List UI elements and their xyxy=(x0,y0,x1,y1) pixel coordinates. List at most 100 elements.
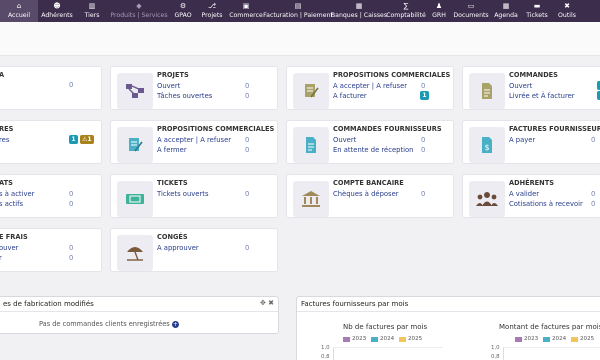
card-line[interactable]: r xyxy=(0,254,2,262)
card-line[interactable]: Ouvert xyxy=(333,136,356,144)
users-icon: ☻ xyxy=(53,2,61,10)
nav-label: Commerce xyxy=(229,12,263,19)
nav-commerce[interactable]: ▣ Commerce xyxy=(228,0,264,22)
nav-documents[interactable]: ▭ Documents xyxy=(452,0,490,22)
nav-gpao[interactable]: ⚙ GPAO xyxy=(170,0,196,22)
add-circle-icon[interactable]: + xyxy=(171,320,179,328)
card-title: E FRAIS xyxy=(0,233,28,241)
nav-label: Projets xyxy=(201,12,223,19)
nav-banques-caisses[interactable]: ▦ Banques | Caisses xyxy=(331,0,387,22)
card-line[interactable]: A facturer xyxy=(333,92,367,100)
card-line[interactable]: Cotisations à recevoir xyxy=(509,200,583,208)
gear-icon: ⚙ xyxy=(179,2,187,10)
nav-produits-services[interactable]: ◆ Produits | Services xyxy=(108,0,170,22)
card-line[interactable]: Tickets ouverts xyxy=(157,190,208,198)
legend-swatch xyxy=(371,336,378,342)
card-value[interactable]: 0 xyxy=(245,190,249,198)
card-value[interactable]: 0 xyxy=(69,200,73,208)
nav-tiers[interactable]: ▥ Tiers xyxy=(76,0,108,22)
chart-subtitle: Nb de factures par mois xyxy=(343,323,428,331)
card-value[interactable]: 0 xyxy=(591,200,595,208)
card-line[interactable]: s actifs xyxy=(0,200,23,208)
nav-label: Produits | Services xyxy=(110,12,168,19)
close-icon[interactable]: ✖ xyxy=(268,299,274,307)
nav-label: Tickets xyxy=(526,12,548,19)
cube-icon: ◆ xyxy=(136,2,142,10)
card-value[interactable]: 0 xyxy=(69,254,73,262)
nav-label: Comptabilité xyxy=(386,12,426,19)
card-title: ATS xyxy=(0,179,13,187)
card-line[interactable]: En attente de réception xyxy=(333,146,414,154)
move-icon[interactable]: ✥ xyxy=(260,299,266,307)
card-value[interactable]: 0 xyxy=(245,244,249,252)
card-propositions-fournisseurs: PROPOSITIONS COMMERCIALES FOU... A accep… xyxy=(110,120,278,164)
card-line[interactable]: Ouvert xyxy=(157,82,180,90)
card-value[interactable]: 0 xyxy=(245,82,249,90)
nav-facturation-paiement[interactable]: ▤ Facturation | Paiement xyxy=(263,0,333,22)
signed-document-icon xyxy=(117,127,153,163)
card-title: COMMANDES FOURNISSEURS xyxy=(333,125,442,133)
card-partial-2: RES res 1 ⚠1 xyxy=(0,120,102,164)
card-line[interactable]: A payer xyxy=(509,136,535,144)
card-value[interactable]: 0 xyxy=(245,92,249,100)
nav-outils[interactable]: ✖ Outils xyxy=(552,0,582,22)
card-line[interactable]: Ouvert xyxy=(509,82,532,90)
count-badge[interactable]: 1 xyxy=(69,135,78,144)
legend-item: 2025 xyxy=(571,336,594,342)
card-value[interactable]: 0 xyxy=(421,136,425,144)
nav-tickets[interactable]: ▬ Tickets xyxy=(522,0,552,22)
card-value[interactable]: 0 xyxy=(69,81,73,89)
card-line[interactable]: s à activer xyxy=(0,190,34,198)
legend-swatch xyxy=(343,336,350,342)
document-icon xyxy=(469,73,505,109)
nav-comptabilite[interactable]: ∑ Comptabilité xyxy=(386,0,426,22)
nav-agenda[interactable]: ▦ Agenda xyxy=(490,0,522,22)
building-icon: ▥ xyxy=(88,2,96,10)
users-icon xyxy=(469,181,505,217)
card-propositions-commerciales: PROPOSITIONS COMMERCIALES A accepter | A… xyxy=(286,66,454,110)
home-icon: ⌂ xyxy=(16,2,22,10)
nav-grh[interactable]: ♟ GRH xyxy=(426,0,452,22)
card-conges: CONGÉS A approuver 0 xyxy=(110,228,278,272)
svg-text:$: $ xyxy=(484,143,489,152)
widget-title: Factures fournisseurs par mois xyxy=(297,297,600,312)
suitcase-icon: ▣ xyxy=(242,2,250,10)
card-value[interactable]: 0 xyxy=(421,82,425,90)
nav-adherents[interactable]: ☻ Adhérents xyxy=(38,0,76,22)
card-value[interactable]: 0 xyxy=(245,136,249,144)
card-line[interactable]: Tâches ouvertes xyxy=(157,92,212,100)
count-badge[interactable]: 1 xyxy=(420,91,429,100)
card-partial-4: E FRAIS ouver 0 r 0 xyxy=(0,228,102,272)
card-line[interactable]: A accepter | A refuser xyxy=(333,82,407,90)
card-value[interactable]: 0 xyxy=(245,146,249,154)
card-line[interactable]: res xyxy=(0,136,9,144)
card-value[interactable]: 0 xyxy=(69,190,73,198)
card-value[interactable]: 0 xyxy=(591,136,595,144)
signed-document-icon xyxy=(293,73,329,109)
card-line[interactable]: Chèques à déposer xyxy=(333,190,399,198)
card-title: CONGÉS xyxy=(157,233,188,241)
legend-swatch xyxy=(571,336,578,342)
card-line[interactable]: A fermer xyxy=(157,146,187,154)
card-line[interactable]: Livrée et À facturer xyxy=(509,92,575,100)
card-line[interactable]: A valider xyxy=(509,190,539,198)
nav-label: Outils xyxy=(558,12,576,19)
nav-label: Documents xyxy=(453,12,489,19)
card-value[interactable]: 0 xyxy=(591,190,595,198)
legend-swatch xyxy=(543,336,550,342)
legend-swatch xyxy=(399,336,406,342)
nav-accueil[interactable]: ⌂ Accueil xyxy=(0,0,38,22)
card-value[interactable]: 0 xyxy=(421,190,425,198)
card-factures-fournisseur: $ FACTURES FOURNISSEUR A payer 0 xyxy=(462,120,600,164)
nav-projets[interactable]: ⎇ Projets xyxy=(196,0,228,22)
card-line[interactable]: A accepter | A refuser xyxy=(157,136,231,144)
card-line[interactable]: A approuver xyxy=(157,244,199,252)
warning-badge[interactable]: ⚠1 xyxy=(80,135,94,144)
card-compte-bancaire: COMPTE BANCAIRE Chèques à déposer 0 xyxy=(286,174,454,218)
card-tickets: TICKETS Tickets ouverts 0 xyxy=(110,174,278,218)
folder-icon: ▭ xyxy=(467,2,475,10)
card-title: A xyxy=(0,71,4,79)
card-value[interactable]: 0 xyxy=(421,146,425,154)
card-value[interactable]: 0 xyxy=(69,244,73,252)
card-line[interactable]: ouver xyxy=(0,244,18,252)
